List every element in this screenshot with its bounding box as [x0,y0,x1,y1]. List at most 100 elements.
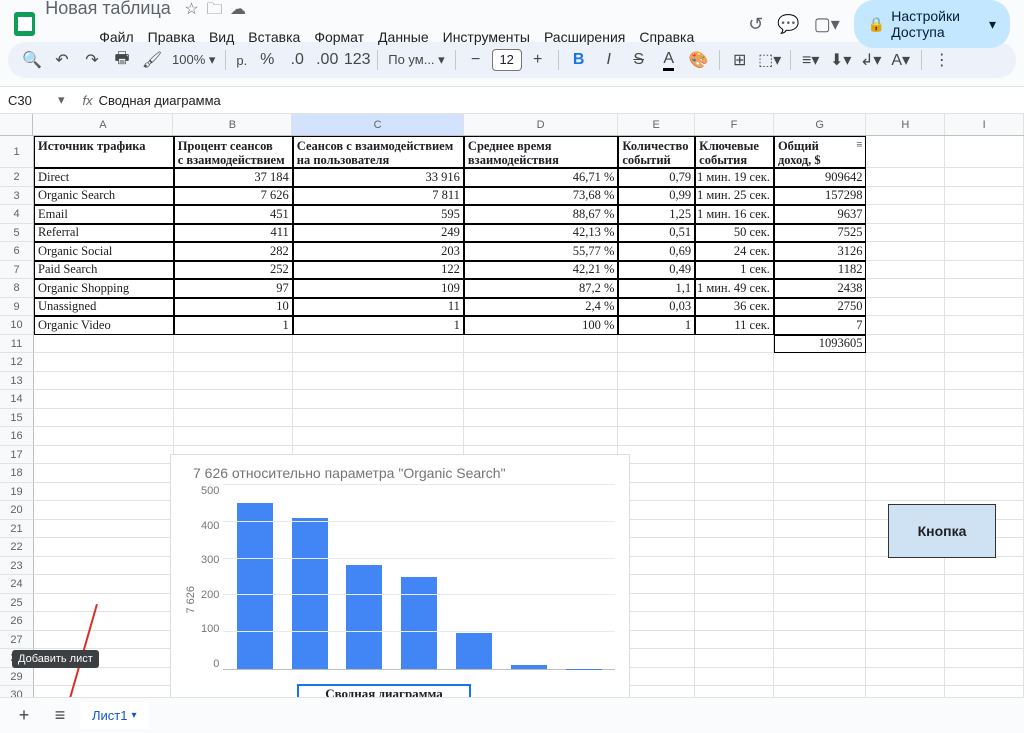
empty-cell[interactable] [945,575,1024,594]
data-cell[interactable]: 73,68 % [464,187,618,206]
rotate-button[interactable]: A▾ [887,46,915,74]
more-formats-button[interactable]: 123 [343,46,371,74]
formula-input[interactable]: Сводная диаграмма [99,93,221,108]
data-cell[interactable]: 249 [293,224,464,243]
data-cell[interactable] [866,335,945,354]
name-box[interactable]: C30 [8,93,58,108]
empty-cell[interactable] [293,353,464,372]
empty-cell[interactable] [174,353,293,372]
data-cell[interactable]: 1 мин. 49 сек. [695,279,774,298]
col-header-I[interactable]: I [945,114,1024,135]
increase-decimal-button[interactable]: .00 [313,46,341,74]
data-cell[interactable]: 282 [174,242,293,261]
menu-данные[interactable]: Данные [372,27,435,47]
empty-cell[interactable] [174,409,293,428]
data-cell[interactable]: 0,49 [618,261,695,280]
data-cell[interactable]: 42,21 % [464,261,618,280]
empty-cell[interactable] [34,464,174,483]
data-cell[interactable]: Referral [34,224,174,243]
empty-cell[interactable] [174,427,293,446]
data-cell[interactable]: 42,13 % [464,224,618,243]
data-cell[interactable] [945,298,1024,317]
data-cell[interactable]: Organic Social [34,242,174,261]
empty-cell[interactable] [945,668,1024,687]
data-cell[interactable]: 7525 [774,224,867,243]
data-cell[interactable]: 451 [174,205,293,224]
row-header-12[interactable]: 12 [0,353,34,372]
empty-cell[interactable] [34,390,174,409]
col-header-B[interactable]: B [173,114,292,135]
empty-cell[interactable] [695,353,774,372]
row-header-17[interactable]: 17 [0,446,34,465]
row-header-14[interactable]: 14 [0,390,34,409]
empty-cell[interactable] [945,353,1024,372]
empty-cell[interactable] [774,353,867,372]
data-cell[interactable]: 909642 [774,168,867,187]
data-cell[interactable] [866,224,945,243]
empty-cell[interactable] [866,631,945,650]
empty-cell[interactable] [774,538,867,557]
empty-cell[interactable] [866,483,945,502]
menu-инструменты[interactable]: Инструменты [437,27,536,47]
empty-cell[interactable] [945,464,1024,483]
strikethrough-button[interactable]: S [625,46,653,74]
data-cell[interactable]: Unassigned [34,298,174,317]
data-cell[interactable]: 2438 [774,279,867,298]
empty-cell[interactable] [945,594,1024,613]
data-cell[interactable]: 11 сек. [695,316,774,335]
empty-cell[interactable] [695,427,774,446]
empty-cell[interactable] [293,390,464,409]
col-header-F[interactable]: F [695,114,774,135]
data-cell[interactable]: 2750 [774,298,867,317]
data-cell[interactable]: 46,71 % [464,168,618,187]
empty-cell[interactable] [464,390,618,409]
data-cell[interactable]: Direct [34,168,174,187]
menu-формат[interactable]: Формат [308,27,370,47]
empty-cell[interactable] [945,631,1024,650]
percent-button[interactable]: % [253,46,281,74]
header-cell[interactable]: Количество событий [618,136,695,168]
data-cell[interactable] [866,205,945,224]
empty-cell[interactable] [695,446,774,465]
data-cell[interactable]: 33 916 [293,168,464,187]
data-cell[interactable]: 7 [774,316,867,335]
paint-format-button[interactable]: 🖌 [138,46,166,74]
empty-cell[interactable] [866,427,945,446]
empty-cell[interactable] [464,372,618,391]
data-cell[interactable]: 1,1 [618,279,695,298]
data-cell[interactable] [866,168,945,187]
empty-cell[interactable] [34,409,174,428]
empty-cell[interactable] [774,631,867,650]
data-cell[interactable] [866,187,945,206]
empty-cell[interactable] [695,483,774,502]
empty-cell[interactable] [774,427,867,446]
more-button[interactable]: ⋮ [928,46,956,74]
empty-cell[interactable] [618,372,695,391]
row-header-27[interactable]: 27 [0,631,34,650]
row-header-7[interactable]: 7 [0,261,34,280]
row-header-26[interactable]: 26 [0,612,34,631]
data-cell[interactable]: 1,25 [618,205,695,224]
data-cell[interactable]: 37 184 [174,168,293,187]
empty-cell[interactable] [34,483,174,502]
row-header-9[interactable]: 9 [0,298,34,317]
empty-cell[interactable] [34,520,174,539]
data-cell[interactable]: 0,69 [618,242,695,261]
data-cell[interactable]: 100 % [464,316,618,335]
empty-cell[interactable] [774,409,867,428]
data-cell[interactable]: 203 [293,242,464,261]
share-button[interactable]: 🔒 Настройки Доступа ▾ [854,0,1010,48]
row-header-10[interactable]: 10 [0,316,34,335]
data-cell[interactable] [174,335,293,354]
empty-cell[interactable] [774,372,867,391]
move-icon[interactable]: 🗀 [206,1,222,18]
header-cell[interactable]: Ключевые события [695,136,774,168]
data-cell[interactable] [945,279,1024,298]
empty-cell[interactable] [34,446,174,465]
valign-button[interactable]: ⬇▾ [827,46,855,74]
empty-cell[interactable] [618,427,695,446]
data-cell[interactable]: 1 [618,316,695,335]
empty-cell[interactable] [695,538,774,557]
data-cell[interactable]: 2,4 % [464,298,618,317]
comments-icon[interactable]: 💬 [777,14,799,35]
